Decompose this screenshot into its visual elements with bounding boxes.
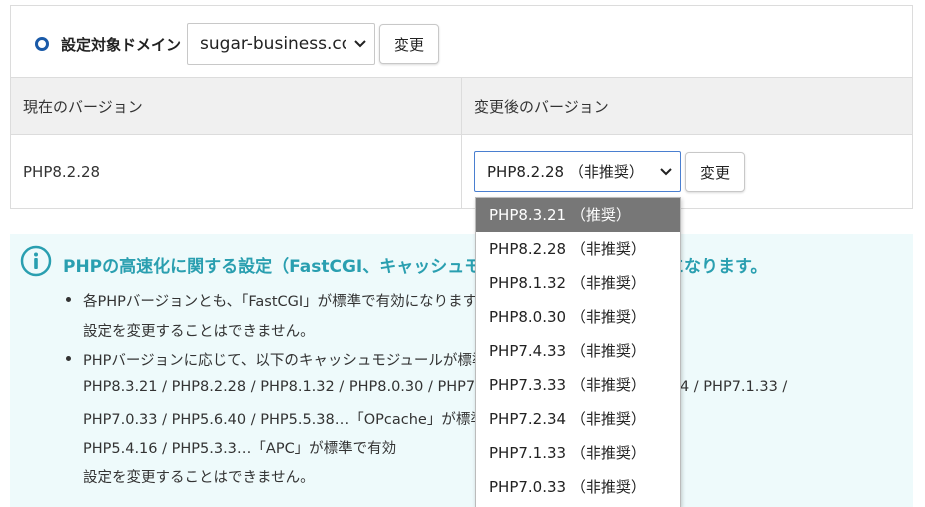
php-version-select[interactable]: PHP8.2.28 （非推奨） <box>474 151 681 192</box>
dropdown-option[interactable]: PHP8.2.28 （非推奨） <box>476 232 680 266</box>
domain-select[interactable]: sugar-business.com <box>187 23 376 65</box>
php-change-button[interactable]: 変更 <box>685 152 745 192</box>
ring-bullet-icon <box>35 37 49 51</box>
version-table: 現在のバージョン 変更後のバージョン PHP8.2.28 <box>10 77 913 209</box>
domain-panel: 設定対象ドメイン sugar-business.com 変更 <box>10 5 913 78</box>
dropdown-option[interactable]: PHP7.2.34 （非推奨） <box>476 402 680 436</box>
dropdown-option[interactable]: PHP7.1.33 （非推奨） <box>476 436 680 470</box>
info-box: PHPの高速化に関する設定（FastCGI、キャッシュモジュール）は標準で有効に… <box>10 234 913 507</box>
bullet-dot <box>64 354 73 363</box>
domain-label: 設定対象ドメイン <box>61 35 182 54</box>
dropdown-option[interactable]: PHP8.0.30 （非推奨） <box>476 300 680 334</box>
info-icon <box>20 245 52 277</box>
info-line: PHP8.3.21 / PHP8.2.28 / PHP8.1.32 / PHP8… <box>83 379 788 395</box>
php-version-select-value: PHP8.2.28 （非推奨） <box>487 163 644 181</box>
info-line: PHP7.0.33 / PHP5.6.40 / PHP5.5.38…「OPcac… <box>83 412 529 428</box>
dropdown-option[interactable]: PHP8.3.21 （推奨） <box>476 198 680 232</box>
header-current-version: 現在のバージョン <box>23 98 143 116</box>
table-column-divider <box>461 78 462 208</box>
dropdown-option[interactable]: PHP7.4.33 （非推奨） <box>476 334 680 368</box>
header-new-version: 変更後のバージョン <box>474 98 609 116</box>
dropdown-option[interactable]: PHP8.1.32 （非推奨） <box>476 266 680 300</box>
domain-row: 設定対象ドメイン sugar-business.com 変更 <box>35 23 440 65</box>
current-version-value: PHP8.2.28 <box>23 163 101 181</box>
domain-select-value: sugar-business.com <box>200 34 346 54</box>
chevron-down-icon <box>660 167 672 175</box>
chevron-down-icon <box>354 40 366 48</box>
dropdown-option[interactable]: PHP7.3.33 （非推奨） <box>476 368 680 402</box>
bullet-dot <box>64 295 73 304</box>
domain-change-button[interactable]: 変更 <box>379 24 440 64</box>
info-line: 設定を変更することはできません。 <box>83 324 315 340</box>
info-line: PHP5.4.16 / PHP5.3.3…「APC」が標準で有効 <box>83 441 397 457</box>
info-line: 設定を変更することはできません。 <box>83 470 315 486</box>
info-line: 各PHPバージョンとも、「FastCGI」が標準で有効になります。 <box>83 294 491 310</box>
php-version-dropdown: PHP8.3.21 （推奨） PHP8.2.28 （非推奨） PHP8.1.32… <box>475 197 681 507</box>
dropdown-option[interactable]: PHP7.0.33 （非推奨） <box>476 470 680 504</box>
